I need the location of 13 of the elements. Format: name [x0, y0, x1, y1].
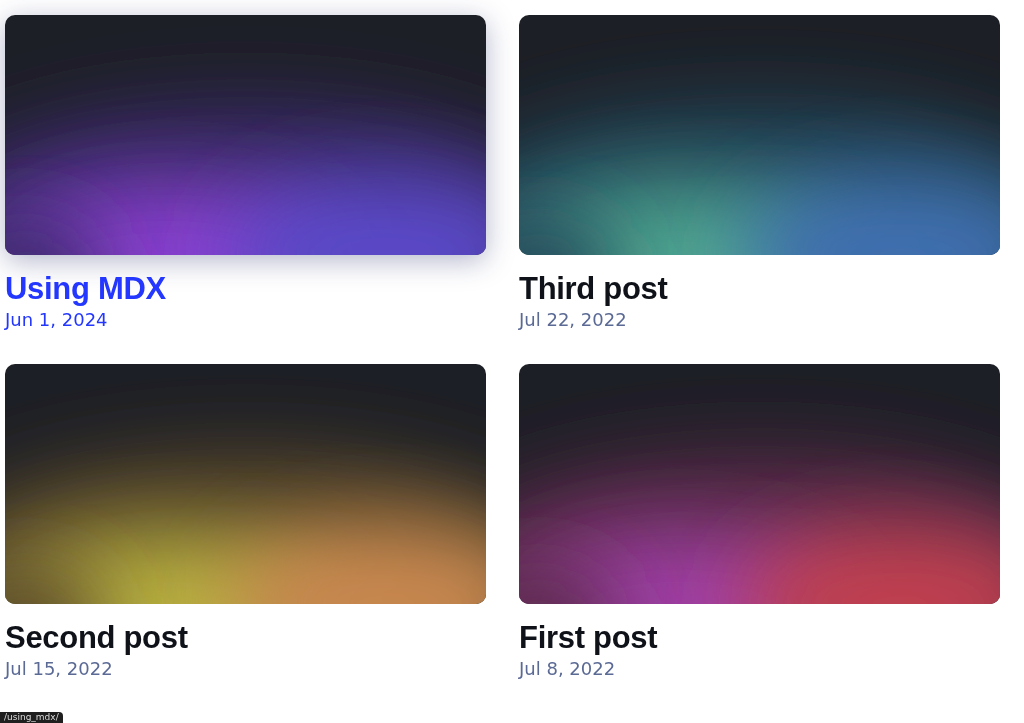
post-date: Jun 1, 2024 [5, 308, 109, 332]
post-title: Using MDX [5, 271, 167, 307]
post-title: Second post [5, 620, 189, 656]
post-title: Third post [519, 271, 669, 307]
post-date: Jul 15, 2022 [5, 657, 114, 681]
post-title: First post [519, 620, 659, 656]
link-url-tooltip: /using_mdx/ [0, 712, 63, 723]
post-card[interactable]: First post Jul 8, 2022 [519, 364, 1000, 682]
post-date: Jul 8, 2022 [519, 657, 617, 681]
post-card[interactable]: Using MDX Jun 1, 2024 [5, 15, 486, 333]
post-card[interactable]: Second post Jul 15, 2022 [5, 364, 486, 682]
post-card[interactable]: Third post Jul 22, 2022 [519, 15, 1000, 333]
post-date: Jul 22, 2022 [519, 308, 628, 332]
